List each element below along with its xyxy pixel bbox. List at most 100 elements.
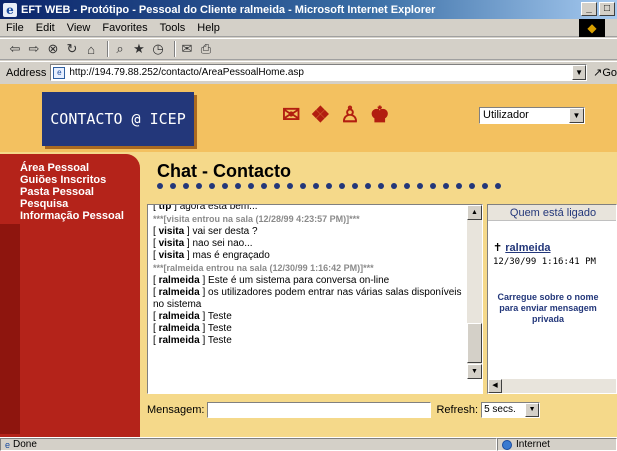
print-icon[interactable]: ⎙ [199,41,213,57]
history-icon[interactable]: ◷ [151,41,165,57]
chat-text: os utilizadores podem entrar nas várias … [153,287,462,310]
scroll-up-icon[interactable]: ▲ [467,205,482,220]
chevron-down-icon[interactable]: ▼ [525,403,540,417]
chat-system-message: ***[visita entrou na sala (12/28/99 4:23… [153,214,360,224]
private-message-hint: Carregue sobre o nome para enviar mensag… [497,292,599,324]
chat-users-icon[interactable]: ♚ [370,102,390,128]
divider-dot [313,183,319,189]
sidebar-item-pesquisa[interactable]: Pesquisa [0,198,140,210]
message-label: Mensagem: [147,404,205,416]
sidebar-item-area-pessoal[interactable]: Área Pessoal [0,162,140,174]
menu-favorites[interactable]: Favorites [102,22,147,34]
online-user-name[interactable]: ralmeida [505,242,550,254]
maximize-button[interactable]: □ [599,2,615,16]
toolbar: ⇦ ⇨ ⊗ ↻ ⌂ ⌕ ★ ◷ ✉ ⎙ [0,38,617,60]
ie-logo-icon: e [3,2,17,17]
site-header: CONTACTO @ ICEP ✉ ❖ ♙ ♚ Utilizador ▼ [0,84,617,152]
go-label: Go [602,67,617,79]
folder-icon[interactable]: ❖ [310,102,330,128]
online-user-item[interactable]: ✝ ralmeida [493,241,551,254]
chat-username: visita [158,250,185,261]
chat-text: nao sei nao... [192,238,253,249]
divider-dot [430,183,436,189]
menu-view[interactable]: View [67,22,91,34]
sidebar-item-informacao-pessoal[interactable]: Informação Pessoal [0,210,140,222]
site-logo[interactable]: CONTACTO @ ICEP [42,92,194,146]
user-select[interactable]: Utilizador ▼ [479,107,585,124]
globe-icon [502,439,512,450]
message-row: Mensagem: Refresh: 5 secs. ▼ [147,400,617,420]
back-icon[interactable]: ⇦ [8,41,22,57]
chat-message: ***[visita entrou na sala (12/28/99 4:23… [153,213,469,226]
chat-username: visita [158,226,185,237]
page-done-icon: e [5,439,11,450]
status-bar: e Done Internet [0,437,617,451]
go-button[interactable]: ↗Go [593,66,617,79]
divider-dot [300,183,306,189]
status-text: Done [13,439,37,450]
window-title: EFT WEB - Protótipo - Pessoal do Cliente… [21,3,436,16]
chat-message: ***[ralmeida entrou na sala (12/30/99 1:… [153,262,469,275]
chat-system-message: ***[ralmeida entrou na sala (12/30/99 1:… [153,263,374,273]
menu-tools[interactable]: Tools [160,22,186,34]
scroll-down-icon[interactable]: ▼ [467,364,482,379]
sidebar-item-pasta-pessoal[interactable]: Pasta Pessoal [0,186,140,198]
divider-dot [339,183,345,189]
page-icon: e [53,66,66,79]
chat-text: Teste [207,311,232,322]
mail-icon[interactable]: ✉ [282,102,300,128]
user-icon[interactable]: ♙ [340,102,360,128]
chevron-down-icon[interactable]: ▼ [569,108,584,123]
divider-dot [274,183,280,189]
windows-logo-icon: ◆ [579,19,605,37]
page-title: Chat - Contacto [157,161,291,181]
chat-message: [ ralmeida ] Teste [153,323,232,334]
chat-text: agora está bem... [179,204,258,212]
home-icon[interactable]: ⌂ [84,42,98,57]
message-input[interactable] [207,402,432,418]
status-zone: Internet [497,438,617,451]
refresh-icon[interactable]: ↻ [65,41,79,57]
chat-message: [ ralmeida ] Este é um sistema para conv… [153,275,390,286]
browser-window: e EFT WEB - Protótipo - Pessoal do Clien… [0,0,617,451]
divider-dot [248,183,254,189]
divider-dot [209,183,215,189]
chat-username: ralmeida [158,287,200,298]
divider-dot [456,183,462,189]
chevron-down-icon[interactable]: ▼ [572,65,587,80]
sidebar: Área Pessoal Guiões Inscritos Pasta Pess… [0,154,140,437]
chat-lines: [ tfp ] agora está bem... ***[visita entr… [153,204,469,347]
favorites-icon[interactable]: ★ [132,41,146,57]
address-input[interactable]: e http://194.79.88.252/contacto/AreaPess… [50,64,588,81]
address-bar: Address e http://194.79.88.252/contacto/… [0,61,617,83]
chat-text: Este é um sistema para conversa on-line [208,275,390,286]
status-main: e Done [0,438,497,451]
divider-dot [365,183,371,189]
refresh-select[interactable]: 5 secs. ▼ [481,402,541,418]
forward-icon[interactable]: ⇨ [27,41,41,57]
menu-help[interactable]: Help [197,22,220,34]
menu-file[interactable]: File [6,22,24,34]
sidebar-item-guioes-inscritos[interactable]: Guiões Inscritos [0,174,140,186]
scroll-thumb[interactable] [467,323,482,363]
chat-text: Teste [207,323,232,334]
chat-username: ralmeida [158,311,200,322]
divider-dot [222,183,228,189]
chat-username: ralmeida [158,323,200,334]
scroll-left-icon[interactable]: ◀ [488,379,502,393]
users-hscrollbar[interactable]: ◀ [488,379,616,393]
minimize-button[interactable]: _ [581,2,597,16]
divider-dot [235,183,241,189]
chat-log[interactable]: [ tfp ] agora está bem... ***[visita entr… [147,204,483,394]
chat-message: [ visita ] nao sei nao... [153,238,253,249]
divider-dot [443,183,449,189]
stop-icon[interactable]: ⊗ [46,41,60,57]
zone-text: Internet [516,439,550,450]
chat-scrollbar[interactable]: ▲ ▼ [467,205,482,379]
toolbar-separator [107,41,109,57]
divider-dot [378,183,384,189]
refresh-label: Refresh: [436,404,479,416]
mail-icon[interactable]: ✉ [180,41,194,57]
search-icon[interactable]: ⌕ [113,41,127,57]
menu-edit[interactable]: Edit [36,22,55,34]
